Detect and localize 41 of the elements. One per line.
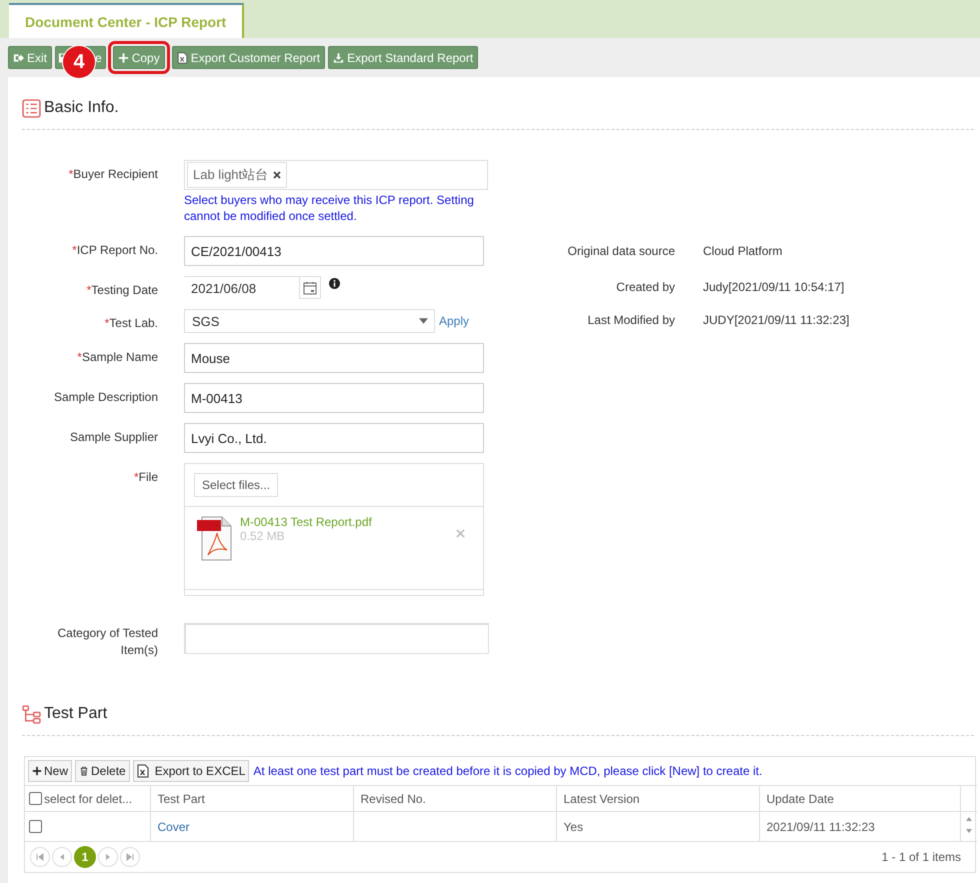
- section-title: Basic Info.: [44, 99, 119, 117]
- column-header[interactable]: Test Part: [158, 792, 205, 806]
- column-header[interactable]: Update Date: [766, 792, 834, 806]
- info-label: Original data source: [566, 243, 675, 258]
- date-field[interactable]: 2021/06/08: [184, 276, 299, 299]
- grid-button[interactable]: Delete: [75, 760, 130, 782]
- field-label: *Buyer Recipient: [68, 166, 158, 181]
- text-field[interactable]: M-00413: [184, 383, 484, 413]
- info-label: Last Modified by: [586, 312, 675, 327]
- info-value: Judy[2021/09/11 10:54:17]: [703, 279, 844, 294]
- grid-button[interactable]: Export to EXCEL: [132, 760, 250, 782]
- tag-field[interactable]: Lab light站台: [184, 160, 488, 190]
- field-label: *Sample Name: [76, 349, 158, 364]
- part-link[interactable]: Cover: [158, 820, 190, 834]
- info-value: Cloud Platform: [703, 243, 782, 258]
- hint-text: Select buyers who may receive this ICP report. Setting cannot be modified once settled.: [184, 192, 475, 225]
- page-summary: 1 - 1 of 1 items: [882, 850, 961, 864]
- column-header[interactable]: Revised No.: [360, 792, 426, 806]
- field-label: Sample Description: [52, 389, 158, 404]
- field-label: *File: [132, 469, 158, 484]
- field-label: Category of Tested Item(s): [56, 625, 158, 659]
- field-label: *Test Lab.: [104, 315, 158, 330]
- field-label: Sample Supplier: [68, 429, 158, 444]
- field-label: *ICP Report No.: [71, 242, 158, 257]
- text-field[interactable]: CE/2021/00413: [184, 236, 484, 266]
- step-badge-overlay: 4: [63, 46, 95, 78]
- tag-chip: Lab light站台: [187, 162, 288, 188]
- table-cell: 2021/09/11 11:32:23: [766, 820, 875, 834]
- table-cell: Yes: [564, 820, 584, 834]
- info-value: JUDY[2021/09/11 11:32:23]: [703, 312, 850, 327]
- grid-button[interactable]: New: [28, 760, 72, 782]
- text-field[interactable]: Mouse: [184, 343, 484, 373]
- file-size: 0.52 MB: [240, 529, 286, 543]
- select-field[interactable]: SGS: [184, 309, 435, 333]
- field-label: *Testing Date: [86, 282, 158, 297]
- notice-text: At least one test part must be created before it is copied by MCD, please click [New] to create it.: [253, 764, 762, 778]
- select-files-button[interactable]: Select files...: [194, 473, 278, 497]
- info-label: Created by: [615, 279, 675, 294]
- section-title: Test Part: [44, 705, 108, 723]
- apply-link[interactable]: Apply: [439, 314, 470, 328]
- text-field[interactable]: Lvyi Co., Ltd.: [184, 423, 484, 453]
